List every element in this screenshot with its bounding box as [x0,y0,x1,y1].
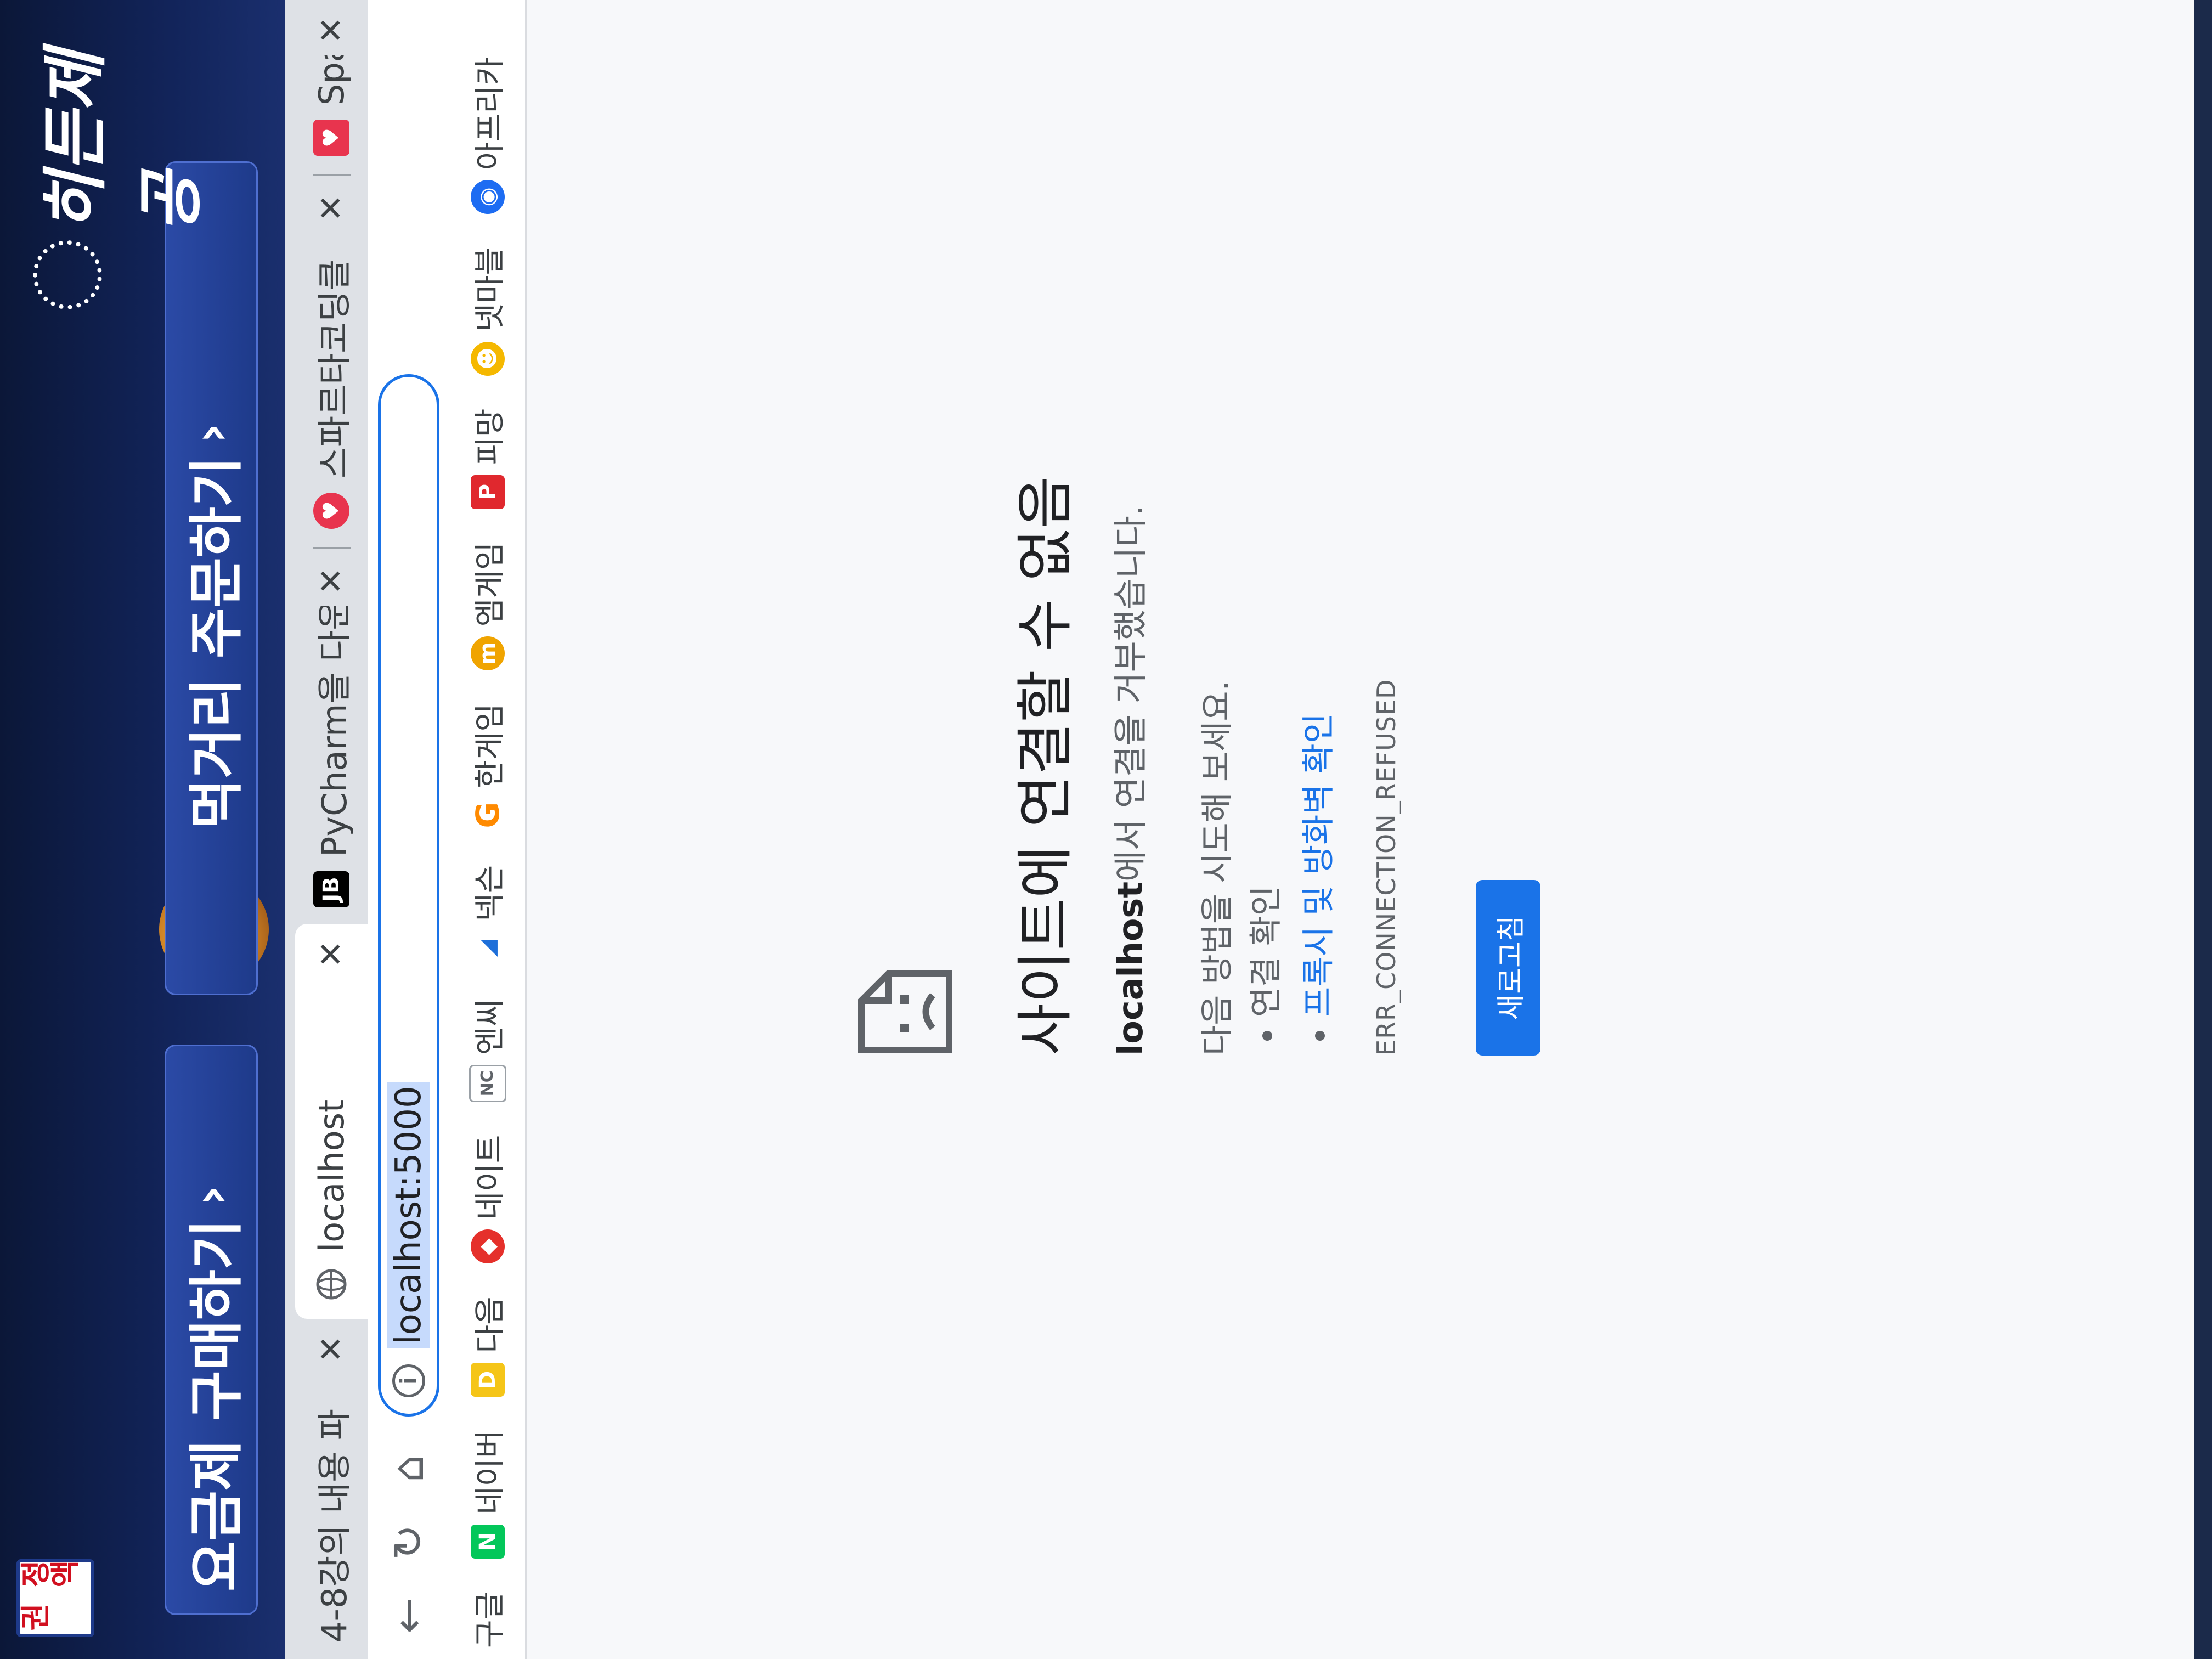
sparta-icon: ♥ [313,493,349,529]
bookmark-label: 넷마블 [472,246,508,332]
sparta-icon: ♥ [313,120,349,156]
monitor-bezel [2194,0,2212,1659]
nate-icon: ◆ [470,1229,505,1264]
nc-icon: NC [469,1064,506,1102]
browser-toolbar: ← ↻ ⌂ i localhost:5000 [368,0,450,1659]
photographed-screen: 정액권 요금제 구매하기 › 먹거리 주문하기 › 히든제공 4-8강의 내용 … [0,0,2212,1659]
suggestions-heading: 다음 방법을 시도해 보세요. [1198,680,1237,1056]
bookmark-nexon[interactable]: ◢ 넥슨 [465,865,510,966]
suggestion-check-connection: 연결 확인 [1240,713,1293,1017]
address-bar[interactable]: i localhost:5000 [378,374,439,1417]
tab-title: localhost [311,1099,352,1252]
tab-lecture[interactable]: 4-8강의 내용 파 ✕ [295,1319,368,1659]
close-icon[interactable]: ✕ [312,194,351,222]
globe-icon [313,1266,349,1302]
mgame-icon: m [470,636,505,671]
tab-localhost[interactable]: localhost ✕ [295,924,368,1319]
netmarble-icon: ☻ [470,341,505,376]
tab-sparta-1[interactable]: ♥ 스파르타코딩클 ✕ [295,178,368,545]
tab-title: PyCharm을 다운 [314,606,354,857]
tab-strip: 4-8강의 내용 파 ✕ localhost ✕ JB PyCharm을 다운 … [285,0,368,1659]
hangame-icon: G [469,798,506,832]
bookmark-daum[interactable]: D 다음 [465,1296,510,1397]
error-page: 사이트에 연결할 수 없음 localhost에서 연결을 거부했습니다. 다음… [527,0,2194,1659]
bookmark-label: 넥슨 [472,865,508,922]
close-icon[interactable]: ✕ [312,1335,351,1363]
chevron-right-icon: › [182,1186,240,1206]
daum-icon: D [470,1363,505,1397]
buy-plan-label: 요금제 구매하기 [184,1219,249,1592]
tab-title: 스파르타코딩클 [314,259,354,478]
order-food-label: 먹거리 주문하기 [184,456,249,829]
bookmark-label: 네이트 [472,1135,508,1220]
error-code: ERR_CONNECTION_REFUSED [1372,679,1401,1056]
home-button[interactable]: ⌂ [379,1438,439,1499]
afreeca-icon: ◉ [470,179,505,214]
url-text[interactable]: localhost:5000 [387,1082,430,1348]
error-desc-text: 에서 연결을 거부했습니다. [1110,505,1150,882]
tab-sparta-2[interactable]: ♥ SpartaCodingCl ✕ [295,0,368,172]
bookmark-label: 한게임 [472,703,508,788]
bookmark-mgame[interactable]: m 엠게임 [465,542,510,671]
tab-pycharm[interactable]: JB PyCharm을 다운 ✕ [295,551,368,924]
bookmark-nate[interactable]: ◆ 네이트 [465,1135,510,1264]
tab-title: 4-8강의 내용 파 [314,1409,354,1643]
browser-window: 4-8강의 내용 파 ✕ localhost ✕ JB PyCharm을 다운 … [285,0,2194,1659]
bookmark-label: 다음 [472,1296,508,1353]
bookmark-naver[interactable]: N 네이버 [465,1430,510,1559]
bookmark-nc[interactable]: NC 엔씨 [465,998,510,1102]
tab-title: SpartaCodingCl [312,55,352,105]
bookmark-pmang[interactable]: P 피망 [465,409,510,509]
back-button[interactable]: ← [379,1585,439,1646]
bookmark-label: 구글 [472,1591,508,1648]
error-title: 사이트에 연결할 수 없음 [1012,476,1079,1056]
error-description: localhost에서 연결을 거부했습니다. [1103,505,1152,1056]
sad-document-icon [856,968,955,1056]
bookmark-afreeca[interactable]: ◉ 아프리카 [465,57,510,214]
brand-logo-icon [33,240,102,309]
suggestions-list: 연결 확인 프록시 및 방화벽 확인 [1240,713,1345,1056]
bookmarks-bar: 구글 N 네이버 D 다음 ◆ 네이트 NC 엔씨 ◢ 넥슨 G 한게임 m 엠… [450,0,527,1659]
error-host: localhost [1110,882,1150,1056]
jetbrains-icon: JB [313,871,349,907]
nexon-icon: ◢ [470,931,505,966]
order-food-button[interactable]: 먹거리 주문하기 › [165,161,258,995]
bookmark-netmarble[interactable]: ☻ 넷마블 [465,247,510,376]
bookmark-google[interactable]: 구글 [465,1592,510,1648]
bookmark-label: 네이버 [472,1430,508,1515]
close-icon[interactable]: ✕ [312,16,351,44]
tab-separator [313,174,351,176]
brand-logo: 히든제공 [38,50,210,233]
close-icon[interactable]: ✕ [312,940,351,968]
bookmark-label: 아프리카 [472,57,508,170]
bookmark-label: 엔씨 [472,998,508,1055]
ad-brand-badge: 정액권 [16,1559,94,1637]
reload-icon[interactable]: ↻ [379,1512,439,1572]
close-icon[interactable]: ✕ [312,567,351,595]
bookmark-hangame[interactable]: G 한게임 [465,703,510,832]
buy-plan-button[interactable]: 요금제 구매하기 › [165,1045,258,1615]
check-proxy-firewall-link[interactable]: 프록시 및 방화벽 확인 [1300,713,1338,1017]
bookmark-label: 엠게임 [472,541,508,627]
info-icon[interactable]: i [392,1364,425,1397]
ad-banner: 정액권 요금제 구매하기 › 먹거리 주문하기 › 히든제공 [0,0,285,1659]
reload-button[interactable]: 새로고침 [1476,880,1541,1056]
tab-separator [313,547,351,549]
naver-icon: N [470,1524,505,1559]
pmang-icon: P [470,475,505,509]
chevron-right-icon: › [182,423,240,444]
bookmark-label: 피망 [472,408,508,465]
suggestion-check-proxy: 프록시 및 방화벽 확인 [1293,713,1345,1017]
